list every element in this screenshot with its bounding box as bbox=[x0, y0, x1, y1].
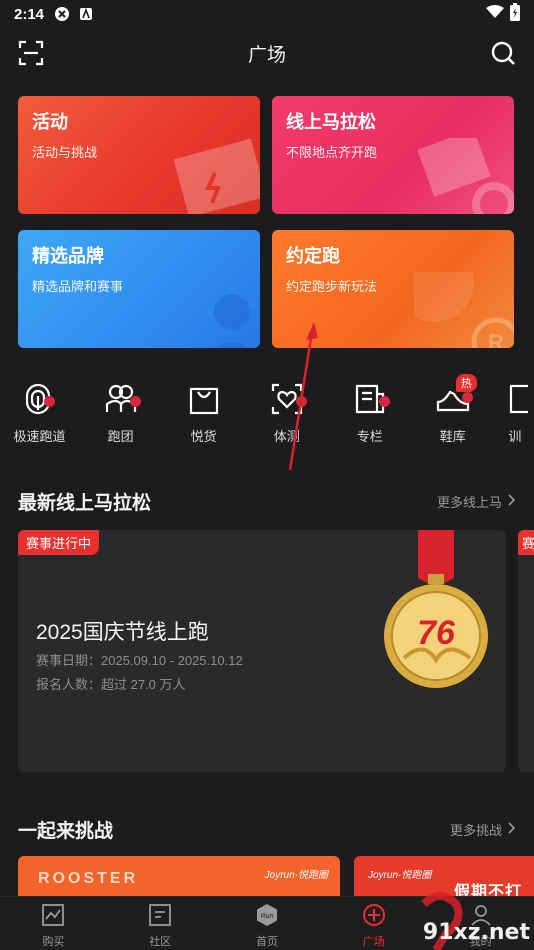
tab-label: 购买 bbox=[42, 936, 65, 948]
card-title: 精选品牌 bbox=[32, 246, 104, 266]
nav-shop[interactable]: 悦货 bbox=[162, 382, 245, 452]
nav-training[interactable]: 训 bbox=[494, 382, 534, 452]
watermark: 91xz.net bbox=[410, 890, 534, 950]
nav-label: 极速跑道 bbox=[13, 429, 66, 444]
marathon-section-header: 最新线上马拉松 更多线上马 bbox=[18, 488, 516, 515]
quick-nav: 极速跑道 跑团 悦货 体测 专栏 热 鞋库 训 bbox=[0, 374, 534, 452]
nav-shoe-library[interactable]: 热 鞋库 bbox=[411, 374, 494, 452]
scan-icon[interactable] bbox=[18, 40, 44, 66]
challenge-section-header: 一起来挑战 更多挑战 bbox=[18, 816, 516, 843]
tab-home[interactable]: Run 首页 bbox=[214, 897, 321, 950]
status-badge: 赛 bbox=[518, 530, 534, 555]
card-activity[interactable]: 活动 活动与挑战 bbox=[18, 96, 260, 214]
nav-label: 悦货 bbox=[190, 429, 217, 444]
race-title: 2025国庆节线上跑 bbox=[36, 621, 209, 644]
status-bar: 2:14 bbox=[0, 0, 534, 28]
race-card[interactable]: 赛事进行中 2025国庆节线上跑 赛事日期：2025.09.10 - 2025.… bbox=[18, 530, 506, 772]
watermark-text: 91xz.net bbox=[422, 920, 530, 945]
heart-test-icon bbox=[270, 382, 307, 416]
section-title: 最新线上马拉松 bbox=[18, 493, 152, 514]
chart-icon bbox=[41, 903, 65, 927]
app-notification-icon bbox=[54, 6, 70, 22]
search-icon[interactable] bbox=[490, 40, 516, 66]
more-label: 更多线上马 bbox=[436, 495, 502, 510]
battery-icon bbox=[510, 3, 520, 25]
chevron-right-icon bbox=[508, 822, 516, 837]
page-title: 广场 bbox=[247, 44, 286, 66]
feature-cards: 活动 活动与挑战 线上马拉松 不限地点齐开跑 精选品牌 精选品牌和赛事 约定跑 … bbox=[18, 96, 514, 348]
hot-badge: 热 bbox=[455, 374, 477, 392]
nav-label: 训 bbox=[508, 429, 522, 444]
home-badge-icon: Run bbox=[255, 903, 279, 927]
nav-running-club[interactable]: 跑团 bbox=[79, 382, 162, 452]
status-badge: 赛事进行中 bbox=[18, 530, 100, 555]
tab-buy[interactable]: 购买 bbox=[0, 897, 107, 950]
plaza-icon bbox=[362, 903, 386, 927]
medal-decoration-icon bbox=[417, 138, 514, 214]
shopping-bag-icon bbox=[187, 382, 221, 416]
tab-label: 社区 bbox=[149, 936, 172, 948]
shoe-icon: 热 bbox=[436, 374, 477, 416]
status-time: 2:14 bbox=[14, 5, 45, 23]
more-label: 更多挑战 bbox=[449, 823, 502, 838]
card-brands[interactable]: 精选品牌 精选品牌和赛事 bbox=[18, 230, 260, 348]
nav-fitness-test[interactable]: 体测 bbox=[245, 382, 328, 452]
a-notification-icon bbox=[78, 6, 94, 22]
brand-label: Joyrun·悦跑圈 bbox=[264, 870, 328, 881]
card-title: 活动 bbox=[32, 112, 68, 132]
challenge-card[interactable]: Joyrun·悦跑圈 ROOSTER bbox=[18, 856, 340, 896]
svg-text:R: R bbox=[488, 330, 504, 348]
card-online-marathon[interactable]: 线上马拉松 不限地点齐开跑 bbox=[272, 96, 514, 214]
nav-label: 跑团 bbox=[107, 429, 134, 444]
challenge-title: ROOSTER bbox=[38, 870, 139, 887]
race-date: 赛事日期：2025.09.10 - 2025.10.12 bbox=[36, 653, 243, 668]
more-marathon-link[interactable]: 更多线上马 bbox=[437, 492, 516, 511]
card-title: 线上马拉松 bbox=[286, 112, 376, 132]
community-icon bbox=[148, 903, 172, 927]
column-icon bbox=[353, 382, 390, 416]
nav-fast-track[interactable]: 极速跑道 bbox=[0, 382, 79, 452]
card-appointment-run[interactable]: 约定跑 约定跑步新玩法 R bbox=[272, 230, 514, 348]
team-icon bbox=[104, 382, 141, 416]
more-challenge-link[interactable]: 更多挑战 bbox=[450, 820, 516, 839]
svg-text:Run: Run bbox=[261, 913, 274, 920]
training-icon bbox=[508, 382, 533, 416]
tab-label: 首页 bbox=[255, 936, 278, 948]
tab-community[interactable]: 社区 bbox=[107, 897, 214, 950]
medal-icon: 76 bbox=[384, 530, 488, 688]
medal-number: 76 bbox=[417, 614, 456, 652]
chevron-right-icon bbox=[508, 494, 516, 509]
wifi-icon bbox=[486, 5, 504, 23]
person-decoration-icon bbox=[214, 294, 250, 348]
race-participants: 报名人数：超过 27.0 万人 bbox=[36, 677, 186, 692]
flag-decoration-icon bbox=[173, 138, 260, 214]
r-badge-decoration-icon: R bbox=[414, 272, 514, 348]
race-card-next[interactable]: 赛 bbox=[518, 530, 534, 772]
card-title: 约定跑 bbox=[286, 246, 340, 266]
nav-label: 体测 bbox=[273, 429, 300, 444]
nav-label: 专栏 bbox=[356, 429, 383, 444]
nav-label: 鞋库 bbox=[439, 429, 466, 444]
nav-column[interactable]: 专栏 bbox=[328, 382, 411, 452]
top-bar: 广场 bbox=[0, 30, 534, 76]
track-icon bbox=[23, 382, 57, 416]
section-title: 一起来挑战 bbox=[18, 821, 114, 842]
brand-label: Joyrun·悦跑圈 bbox=[368, 870, 432, 881]
tab-label: 广场 bbox=[362, 936, 385, 948]
